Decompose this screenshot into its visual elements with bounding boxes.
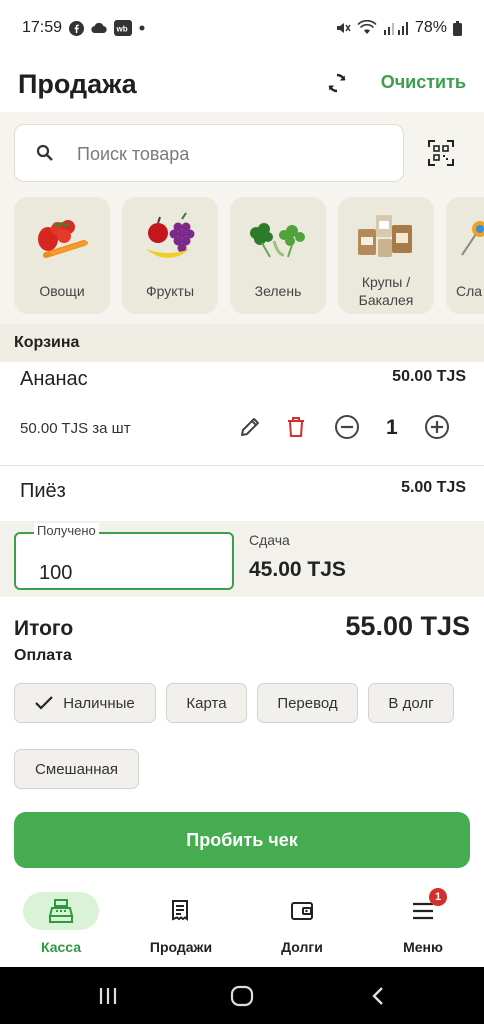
payment-panel: 100 Получено Сдача 45.00 TJS xyxy=(0,521,484,597)
search-input[interactable]: Поиск товара xyxy=(14,124,404,182)
total-label: Итого xyxy=(14,617,74,640)
qr-scan-icon[interactable] xyxy=(428,140,454,166)
item-quantity: 1 xyxy=(386,416,398,439)
nav-item-debts[interactable]: Долги xyxy=(252,880,352,967)
nav-active-indicator xyxy=(23,892,99,930)
category-fruits[interactable]: Фрукты xyxy=(122,197,218,314)
payment-method-label: Карта xyxy=(186,694,227,712)
change-value: 45.00 TJS xyxy=(249,558,346,581)
search-area: Поиск товара Овощи Фрукты Зелень Крупы /… xyxy=(0,112,484,324)
received-amount-field[interactable]: 100 xyxy=(14,532,234,590)
menu-icon xyxy=(413,902,433,920)
item-name: Пиёз xyxy=(20,480,66,502)
notification-badge: 1 xyxy=(429,888,447,906)
clear-cart-button[interactable]: Очистить xyxy=(381,72,466,93)
svg-text:wb: wb xyxy=(116,25,128,34)
payment-method-card[interactable]: Карта xyxy=(166,683,247,723)
category-label: Зелень xyxy=(254,283,302,299)
nav-item-sales[interactable]: Продажи xyxy=(131,880,231,967)
check-icon xyxy=(35,696,54,710)
payment-method-mixed[interactable]: Смешанная xyxy=(14,749,139,789)
mute-icon xyxy=(335,20,351,36)
cloud-icon xyxy=(91,22,107,34)
fruits-image xyxy=(146,212,195,258)
groceries-image xyxy=(358,215,412,257)
cart-header: Корзина xyxy=(0,324,484,362)
category-groceries[interactable]: Крупы / Бакалея xyxy=(338,197,434,314)
change-label: Сдача xyxy=(249,532,290,548)
item-total: 50.00 TJS xyxy=(392,368,466,385)
greens-image xyxy=(250,223,305,258)
delete-icon[interactable] xyxy=(283,414,309,440)
total-value: 55.00 TJS xyxy=(345,611,470,641)
vegetables-image xyxy=(38,220,88,258)
category-list: Овощи Фрукты Зелень Крупы / Бакалея Сла xyxy=(14,197,484,314)
page-title: Продажа xyxy=(18,68,137,99)
facebook-icon xyxy=(69,20,85,36)
battery-percent: 78% xyxy=(414,19,447,36)
status-bar: 17:59 wb 78% xyxy=(0,0,484,56)
recent-apps-icon[interactable] xyxy=(96,985,120,1007)
battery-icon xyxy=(453,20,462,36)
nav-label: Долги xyxy=(281,939,323,955)
home-icon[interactable] xyxy=(230,985,254,1007)
category-label: Фрукты xyxy=(145,283,195,299)
payment-method-title: Оплата xyxy=(14,647,72,664)
category-label-line2: Бакалея xyxy=(358,292,414,308)
increase-quantity-icon[interactable] xyxy=(424,414,450,440)
cash-register-icon xyxy=(48,899,74,923)
search-placeholder: Поиск товара xyxy=(77,144,190,164)
status-time: 17:59 xyxy=(22,19,63,36)
payment-method-cash[interactable]: Наличные xyxy=(14,683,156,723)
nav-icon-wrap xyxy=(143,892,219,930)
print-receipt-button[interactable]: Пробить чек xyxy=(14,812,470,868)
payment-method-transfer[interactable]: Перевод xyxy=(257,683,358,723)
decrease-quantity-icon[interactable] xyxy=(334,414,360,440)
payment-method-label: Перевод xyxy=(277,694,338,712)
app-header: Продажа Очистить xyxy=(0,56,484,112)
search-icon xyxy=(35,143,55,163)
category-greens[interactable]: Зелень xyxy=(230,197,326,314)
nav-icon-wrap xyxy=(264,892,340,930)
wallet-icon xyxy=(291,902,313,920)
wb-app-icon: wb xyxy=(114,20,133,36)
category-label: Овощи xyxy=(39,283,85,299)
nav-icon-wrap: 1 xyxy=(385,888,461,930)
nav-label: Касса xyxy=(40,939,82,955)
payment-method-label: Наличные xyxy=(63,694,135,712)
category-partial[interactable]: Сла xyxy=(446,197,484,314)
sync-icon[interactable] xyxy=(322,68,352,98)
payment-method-label: В долг xyxy=(388,694,434,712)
received-amount-label: Получено xyxy=(34,523,99,538)
category-label: Сла xyxy=(456,283,483,299)
edit-icon[interactable] xyxy=(237,414,263,440)
item-name: Ананас xyxy=(20,368,88,390)
cart-item: Ананас 50.00 TJS 50.00 TJS за шт 1 xyxy=(0,362,484,465)
nav-label: Продажи xyxy=(149,939,213,955)
category-label-line1: Крупы / xyxy=(361,274,411,290)
payment-method-credit[interactable]: В долг xyxy=(368,683,454,723)
nav-item-menu[interactable]: 1 Меню xyxy=(373,880,473,967)
wifi-icon xyxy=(357,20,377,36)
nav-label: Меню xyxy=(403,939,443,955)
back-icon[interactable] xyxy=(366,985,390,1007)
item-unit-price: 50.00 TJS за шт xyxy=(20,420,131,437)
category-vegetables[interactable]: Овощи xyxy=(14,197,110,314)
cart-item: Пиёз 5.00 TJS xyxy=(0,466,484,521)
system-navigation-bar xyxy=(0,967,484,1024)
received-amount-value: 100 xyxy=(39,562,73,584)
receipt-icon xyxy=(172,900,188,921)
sweets-image xyxy=(461,221,484,256)
nav-item-cashier[interactable]: Касса xyxy=(11,880,111,967)
notification-dot-icon xyxy=(139,25,145,31)
signal-icon xyxy=(383,20,409,36)
payment-method-label: Смешанная xyxy=(35,760,118,778)
bottom-navigation: Касса Продажи Долги 1 Меню xyxy=(0,880,484,967)
item-total: 5.00 TJS xyxy=(401,479,466,496)
